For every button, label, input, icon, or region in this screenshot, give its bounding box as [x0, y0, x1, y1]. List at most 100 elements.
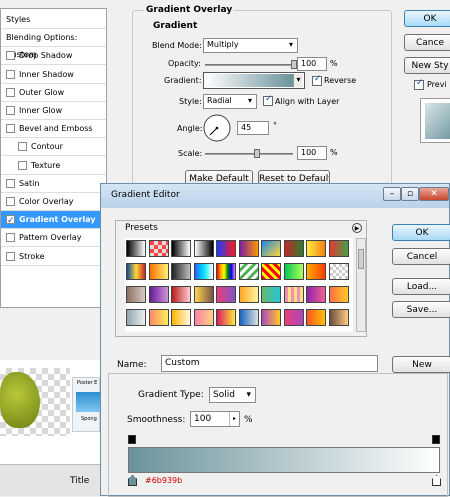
styles-item-contour[interactable]: Contour — [1, 138, 106, 157]
preset-swatch[interactable] — [283, 286, 304, 303]
preset-swatch[interactable] — [193, 263, 214, 280]
ge-ok-button[interactable]: OK — [392, 224, 450, 241]
preset-swatch[interactable] — [148, 286, 169, 303]
preset-swatch[interactable] — [328, 263, 349, 280]
styles-item-checkbox[interactable] — [6, 51, 15, 61]
presets-scrollbar[interactable] — [356, 238, 366, 332]
styles-item-checkbox[interactable] — [6, 178, 15, 188]
gradient-dropdown-arrow[interactable]: ▾ — [293, 74, 303, 87]
preset-swatch[interactable] — [193, 286, 214, 303]
styles-item-pattern-overlay[interactable]: Pattern Overlay — [1, 229, 106, 248]
preset-swatch[interactable] — [171, 263, 191, 280]
styles-item-checkbox[interactable] — [6, 69, 15, 79]
reverse-checkbox[interactable] — [312, 74, 322, 86]
styles-item-stroke[interactable]: Stroke — [1, 248, 106, 266]
styles-item-texture[interactable]: Texture — [1, 157, 106, 175]
styles-item-blending-options-custom[interactable]: Blending Options: Custom — [1, 29, 106, 59]
ge-load-button[interactable]: Load... — [392, 278, 450, 295]
ge-cancel-button[interactable]: Cancel — [392, 248, 450, 265]
preset-swatch[interactable] — [306, 263, 326, 280]
preset-swatch[interactable] — [148, 263, 169, 280]
cancel-button[interactable]: Cance — [404, 34, 450, 51]
preset-swatch[interactable] — [171, 240, 191, 257]
blend-mode-select[interactable]: Multiply ▾ — [203, 38, 298, 53]
preset-swatch[interactable] — [238, 240, 259, 257]
style-select[interactable]: Radial ▾ — [203, 94, 257, 109]
styles-item-bevel-and-emboss[interactable]: Bevel and Emboss — [1, 120, 106, 139]
maximize-button[interactable]: ▫ — [401, 187, 419, 201]
preset-swatch[interactable] — [126, 263, 146, 280]
preset-swatch[interactable] — [193, 309, 214, 326]
preset-swatch[interactable] — [193, 240, 214, 257]
opacity-stop-left[interactable] — [128, 435, 136, 444]
preset-swatch[interactable] — [126, 240, 146, 257]
preset-swatch[interactable] — [216, 309, 236, 326]
styles-item-checkbox[interactable] — [6, 124, 15, 134]
smoothness-input[interactable]: 100 ▸ — [190, 411, 240, 427]
align-with-layer-checkbox[interactable] — [263, 94, 273, 106]
name-input[interactable]: Custom — [161, 355, 378, 372]
styles-item-drop-shadow[interactable]: Drop Shadow — [1, 47, 106, 66]
opacity-stop-right[interactable] — [432, 435, 440, 444]
opacity-slider-track[interactable] — [205, 64, 293, 66]
preset-swatch[interactable] — [283, 263, 304, 280]
smoothness-arrow[interactable]: ▸ — [229, 412, 239, 426]
gradient-type-select[interactable]: Solid ▾ — [209, 387, 256, 403]
preset-swatch[interactable] — [148, 309, 169, 326]
preset-swatch[interactable] — [328, 286, 349, 303]
angle-dial[interactable] — [202, 113, 232, 143]
gradient-editor-titlebar[interactable]: Gradient Editor – ▫ ✕ — [101, 184, 449, 208]
preset-swatch[interactable] — [261, 309, 281, 326]
preset-swatch[interactable] — [261, 240, 281, 257]
styles-item-checkbox[interactable] — [6, 251, 15, 261]
preset-swatch[interactable] — [328, 309, 349, 326]
styles-item-satin[interactable]: Satin — [1, 175, 106, 193]
preset-swatch[interactable] — [238, 263, 259, 280]
new-style-button[interactable]: New Sty — [404, 57, 450, 74]
minimize-button[interactable]: – — [383, 187, 401, 201]
preset-swatch[interactable] — [328, 240, 349, 257]
preset-swatch[interactable] — [216, 263, 236, 280]
preset-swatch[interactable] — [126, 286, 146, 303]
styles-item-color-overlay[interactable]: Color Overlay — [1, 193, 106, 211]
preset-swatch[interactable] — [216, 240, 236, 257]
styles-item-outer-glow[interactable]: Outer Glow — [1, 84, 106, 102]
gradient-bar[interactable] — [128, 447, 440, 473]
angle-input[interactable]: 45 — [237, 121, 269, 135]
preset-swatch[interactable] — [238, 286, 259, 303]
scale-input[interactable]: 100 — [297, 146, 327, 160]
styles-item-checkbox[interactable] — [6, 197, 15, 206]
styles-item-checkbox[interactable] — [18, 142, 27, 152]
opacity-input[interactable]: 100 — [297, 57, 327, 71]
styles-item-inner-glow[interactable]: Inner Glow — [1, 102, 106, 120]
styles-item-checkbox[interactable] — [6, 87, 15, 97]
preset-swatch[interactable] — [283, 240, 304, 257]
preset-swatch[interactable] — [148, 240, 169, 257]
ge-save-button[interactable]: Save... — [392, 301, 450, 318]
scale-slider-thumb[interactable] — [254, 149, 260, 158]
new-gradient-button[interactable]: New — [392, 356, 450, 373]
preview-checkbox[interactable] — [414, 78, 424, 90]
preset-swatch[interactable] — [216, 286, 236, 303]
gradient-picker[interactable]: ▾ — [203, 72, 305, 89]
close-button[interactable]: ✕ — [419, 187, 449, 201]
preset-swatch[interactable] — [261, 263, 281, 280]
styles-item-checkbox[interactable] — [6, 213, 15, 230]
styles-item-inner-shadow[interactable]: Inner Shadow — [1, 66, 106, 84]
preset-swatch[interactable] — [171, 309, 191, 326]
ok-button[interactable]: OK — [404, 10, 450, 27]
styles-item-checkbox[interactable] — [18, 160, 27, 170]
preset-swatch[interactable] — [171, 286, 191, 303]
preset-swatch[interactable] — [238, 309, 259, 326]
styles-item-checkbox[interactable] — [6, 233, 15, 243]
preset-swatch[interactable] — [283, 309, 304, 326]
preset-swatch[interactable] — [261, 286, 281, 303]
preset-swatch[interactable] — [126, 309, 146, 326]
styles-item-checkbox[interactable] — [6, 106, 15, 115]
scale-slider-track[interactable] — [205, 153, 293, 155]
styles-item-styles[interactable]: Styles — [1, 11, 106, 29]
preset-swatch[interactable] — [306, 286, 326, 303]
preset-swatch[interactable] — [306, 309, 326, 326]
presets-scroll-thumb[interactable] — [358, 249, 364, 269]
styles-item-gradient-overlay[interactable]: Gradient Overlay — [1, 211, 106, 230]
